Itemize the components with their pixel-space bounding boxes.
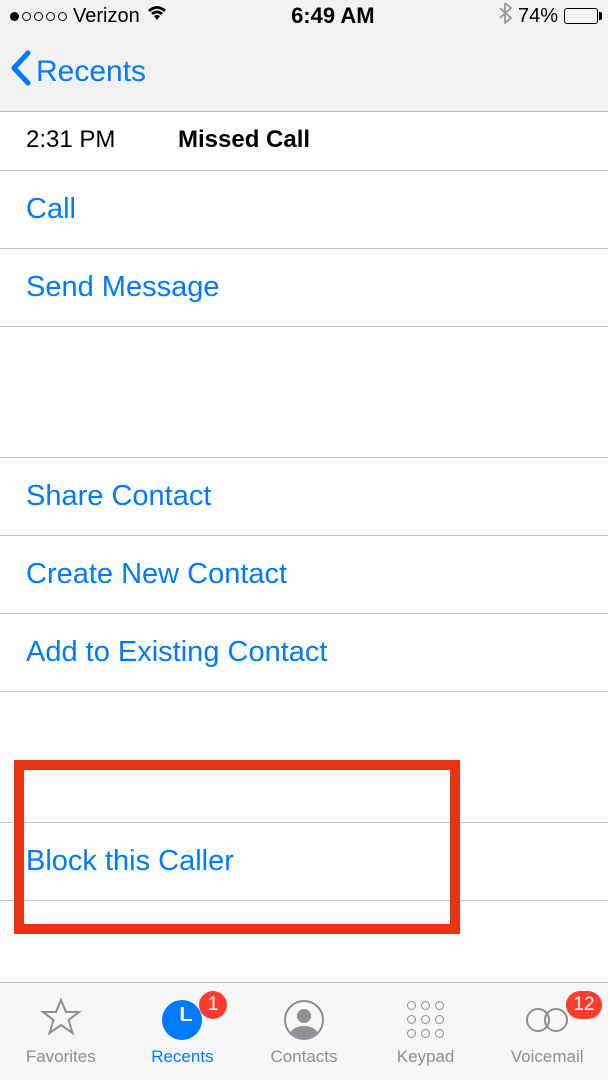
add-existing-contact-button[interactable]: Add to Existing Contact [0,614,608,692]
clock-icon [162,1000,202,1040]
back-chevron-icon[interactable] [8,49,32,95]
section-gap [0,692,608,762]
person-icon [284,1000,324,1040]
status-right: 74% [498,2,598,30]
tab-favorites[interactable]: Favorites [0,997,122,1067]
battery-icon [564,8,598,24]
tab-label: Favorites [26,1047,96,1067]
call-button[interactable]: Call [0,171,608,249]
call-info-row: 2:31 PM Missed Call [0,112,608,171]
tab-label: Voicemail [511,1047,584,1067]
wifi-icon [146,4,168,28]
recents-badge: 1 [199,991,227,1019]
voicemail-icon [526,1008,568,1032]
send-message-button[interactable]: Send Message [0,249,608,327]
status-time: 6:49 AM [291,3,375,29]
tab-label: Recents [151,1047,213,1067]
tab-label: Keypad [397,1047,455,1067]
actions-group-3: Block this Caller [0,822,608,901]
voicemail-badge: 12 [566,991,602,1019]
tab-keypad[interactable]: Keypad [365,997,487,1067]
section-gap [0,327,608,457]
tab-recents[interactable]: Recents 1 [122,997,244,1067]
actions-group-2: Share Contact Create New Contact Add to … [0,457,608,692]
call-type: Missed Call [178,126,310,154]
actions-group-1: Call Send Message [0,171,608,327]
tab-contacts[interactable]: Contacts [243,997,365,1067]
share-contact-button[interactable]: Share Contact [0,457,608,536]
tab-bar: Favorites Recents 1 Contacts Keypad Voic… [0,982,608,1080]
tab-label: Contacts [270,1047,337,1067]
tab-voicemail[interactable]: Voicemail 12 [486,997,608,1067]
create-contact-button[interactable]: Create New Contact [0,536,608,614]
bluetooth-icon [498,2,512,30]
status-left: Verizon [10,4,168,28]
signal-strength-icon [10,12,67,21]
status-bar: Verizon 6:49 AM 74% [0,0,608,32]
nav-bar: Recents [0,32,608,112]
keypad-icon [407,1001,444,1038]
battery-percentage: 74% [518,5,558,28]
back-button[interactable]: Recents [36,55,146,89]
block-caller-button[interactable]: Block this Caller [0,822,608,901]
carrier-label: Verizon [73,5,140,28]
star-icon [40,996,82,1043]
call-time: 2:31 PM [26,126,178,154]
